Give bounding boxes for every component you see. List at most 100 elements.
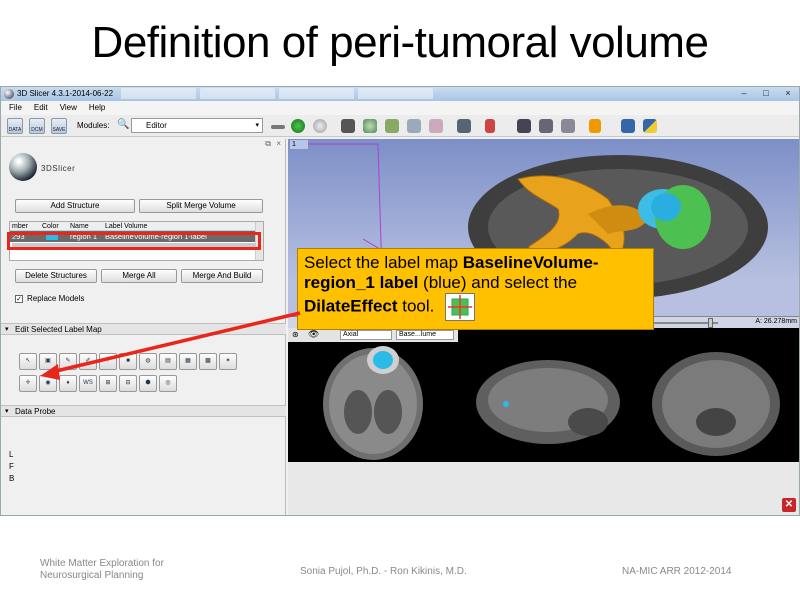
model-maker-icon[interactable]: ⬢ bbox=[139, 375, 157, 392]
dilate-effect-icon bbox=[445, 293, 476, 321]
col-color: Color bbox=[42, 223, 59, 230]
cube-icon[interactable] bbox=[341, 119, 355, 133]
axial-image bbox=[323, 346, 423, 460]
erase-icon[interactable]: ◌ bbox=[99, 353, 117, 370]
merge-all-button[interactable]: Merge All bbox=[101, 269, 177, 283]
logo-text: 3DSlicer bbox=[41, 164, 76, 173]
extension-icon[interactable] bbox=[621, 119, 635, 133]
slice-offset-value: A: 26.278mm bbox=[755, 318, 797, 325]
menu-view[interactable]: View bbox=[60, 101, 77, 115]
window-title: 3D Slicer 4.3.1-2014-06-22 bbox=[17, 89, 114, 98]
paint-icon[interactable]: ✎ bbox=[59, 353, 77, 370]
sagittal-slice-view[interactable] bbox=[458, 342, 630, 462]
minimize-icon[interactable]: – bbox=[733, 87, 755, 100]
save-button[interactable]: SAVE bbox=[51, 118, 67, 134]
menubar: File Edit View Help bbox=[1, 101, 799, 115]
footer-left-line1: White Matter Exploration for bbox=[40, 558, 164, 569]
camera-icon[interactable] bbox=[517, 119, 531, 133]
python-icon[interactable] bbox=[643, 119, 657, 133]
default-tool-icon[interactable]: ↖ bbox=[19, 353, 37, 370]
data-button[interactable]: DATA bbox=[7, 118, 23, 134]
ghost-tab bbox=[358, 88, 433, 99]
chevron-down-icon: ▾ bbox=[255, 122, 259, 129]
eye-icon[interactable]: 👁 bbox=[308, 329, 319, 340]
close-icon[interactable]: ✕ bbox=[782, 498, 796, 512]
dcm-button[interactable]: DCM bbox=[29, 118, 45, 134]
split-merge-volume-button[interactable]: Split Merge Volume bbox=[139, 199, 263, 213]
axial-slice-view[interactable] bbox=[288, 342, 458, 462]
fill-icon[interactable]: ♦ bbox=[59, 375, 77, 392]
cerebellum bbox=[568, 408, 608, 436]
change-label-icon[interactable]: ▣ bbox=[39, 353, 57, 370]
sagittal-image bbox=[476, 360, 620, 444]
save-button-label: SAVE bbox=[52, 127, 66, 133]
pin-icon[interactable]: ⊛ bbox=[292, 330, 299, 339]
menu-help[interactable]: Help bbox=[89, 101, 105, 115]
collapse-triangle-icon: ▾ bbox=[5, 326, 9, 333]
transforms-icon[interactable] bbox=[407, 119, 421, 133]
crosshair-icon[interactable] bbox=[589, 119, 601, 133]
instruction-callout: Select the label map BaselineVolume-regi… bbox=[297, 248, 654, 330]
menu-edit[interactable]: Edit bbox=[34, 101, 48, 115]
grow-cut-icon[interactable]: ▦ bbox=[179, 353, 197, 370]
brain-icon[interactable] bbox=[363, 119, 377, 133]
maximize-icon[interactable]: □ bbox=[755, 87, 777, 100]
window-titlebar: 3D Slicer 4.3.1-2014-06-22 – □ × bbox=[1, 87, 799, 101]
label-dot bbox=[503, 401, 509, 407]
probe-letter-l: L bbox=[9, 450, 14, 459]
undo-icon[interactable]: ◎ bbox=[159, 375, 177, 392]
level-tracing-icon[interactable]: ◍ bbox=[139, 353, 157, 370]
module-selected: Editor bbox=[146, 121, 167, 130]
forward-arrow-icon[interactable] bbox=[313, 119, 327, 133]
orientation-select[interactable]: Axial bbox=[340, 330, 392, 340]
replace-models-row[interactable]: ✓ Replace Models bbox=[15, 294, 84, 303]
threshold-icon[interactable]: ▤ bbox=[159, 353, 177, 370]
probe-letter-b: B bbox=[9, 474, 15, 483]
undock-icon[interactable]: ⧉ bbox=[265, 139, 271, 149]
col-name: Name bbox=[70, 223, 89, 230]
volume-select[interactable]: Base...lume bbox=[396, 330, 454, 340]
grid-icon[interactable] bbox=[561, 119, 575, 133]
dilate-effect-icon[interactable]: ✛ bbox=[19, 375, 37, 392]
markups-icon[interactable] bbox=[429, 119, 443, 133]
data-probe-header[interactable]: ▾ Data Probe bbox=[1, 405, 286, 417]
edit-label-map-header[interactable]: ▾ Edit Selected Label Map bbox=[1, 323, 286, 335]
replace-models-checkbox[interactable]: ✓ bbox=[15, 294, 23, 303]
menu-file[interactable]: File bbox=[9, 101, 22, 115]
models-icon[interactable] bbox=[385, 119, 399, 133]
draw-icon[interactable]: ✐ bbox=[79, 353, 97, 370]
rectangle-icon[interactable]: ■ bbox=[119, 353, 137, 370]
main-toolbar: DATA DCM SAVE Modules: 🔍 Editor ▾ bbox=[1, 115, 799, 137]
close-window-icon[interactable]: × bbox=[777, 87, 799, 100]
footer-left-line2: Neurosurgical Planning bbox=[40, 570, 144, 581]
slice-icon[interactable] bbox=[539, 119, 553, 133]
identify-islands-icon[interactable]: ⊞ bbox=[99, 375, 117, 392]
coronal-slice-view[interactable] bbox=[630, 342, 799, 462]
merge-and-build-button[interactable]: Merge And Build bbox=[181, 269, 263, 283]
back-arrow-icon[interactable] bbox=[291, 119, 305, 133]
search-icon[interactable]: 🔍 bbox=[117, 119, 129, 130]
module-selector[interactable]: Editor ▾ bbox=[131, 118, 263, 133]
collapse-triangle-icon: ▾ bbox=[5, 408, 9, 415]
delete-structures-button[interactable]: Delete Structures bbox=[15, 269, 97, 283]
erode-icon[interactable]: ▩ bbox=[199, 353, 217, 370]
add-structure-button[interactable]: Add Structure bbox=[15, 199, 135, 213]
panel-topbar: ⧉ × bbox=[1, 139, 285, 149]
ghost-tab bbox=[279, 88, 354, 99]
callout-text-3: tool. bbox=[397, 296, 435, 316]
slice-slider-knob[interactable] bbox=[708, 318, 713, 328]
panel-close-icon[interactable]: × bbox=[276, 139, 281, 148]
data-probe-letters: L F B bbox=[9, 449, 14, 485]
module-history-icon[interactable] bbox=[271, 125, 285, 129]
dcm-button-label: DCM bbox=[31, 127, 43, 133]
col-label-volume: Label Volume bbox=[105, 223, 148, 230]
modules-label: Modules: bbox=[77, 121, 110, 130]
replace-models-label: Replace Models bbox=[27, 294, 85, 303]
ventricle bbox=[344, 390, 372, 434]
island-effect-icon[interactable]: ◉ bbox=[39, 375, 57, 392]
layout-icon[interactable] bbox=[457, 119, 471, 133]
save-islands-icon[interactable]: ⊟ bbox=[119, 375, 137, 392]
wand-icon[interactable]: ✶ bbox=[219, 353, 237, 370]
ws-icon[interactable]: WS bbox=[79, 375, 97, 392]
mouse-mode-icon[interactable] bbox=[485, 119, 495, 133]
